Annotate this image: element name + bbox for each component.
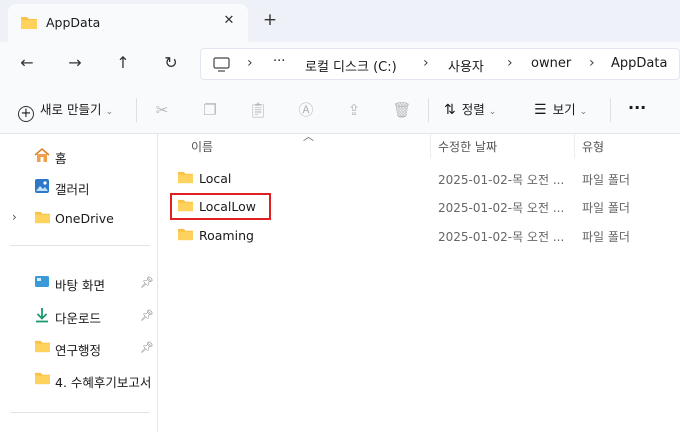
file-name: Roaming bbox=[199, 228, 254, 243]
toolbar-divider bbox=[610, 98, 611, 122]
sidebar-item-label: 바탕 화면 bbox=[55, 278, 105, 293]
sidebar-item-label: 다운로드 bbox=[55, 311, 102, 326]
view-button[interactable]: ☰ 보기 ⌄ bbox=[534, 100, 587, 120]
toolbar-divider bbox=[136, 98, 137, 122]
view-button-label: 보기 bbox=[552, 102, 576, 117]
close-tab-button[interactable]: ✕ bbox=[221, 13, 237, 29]
more-options-button[interactable]: ··· bbox=[628, 98, 646, 118]
rename-icon[interactable]: Ⓐ bbox=[296, 100, 316, 120]
folder-icon bbox=[20, 15, 38, 30]
tab-appdata[interactable]: AppData ✕ bbox=[8, 4, 248, 42]
cut-icon[interactable]: ✂ bbox=[152, 100, 172, 120]
folder-icon bbox=[34, 339, 50, 355]
sidebar-item-label: OneDrive bbox=[55, 211, 114, 226]
refresh-button[interactable]: ↻ bbox=[160, 52, 182, 74]
delete-icon[interactable]: 🗑︎ bbox=[392, 100, 412, 120]
column-header-name[interactable]: 이름 bbox=[191, 138, 213, 155]
sidebar-item-label: 갤러리 bbox=[55, 182, 90, 197]
sidebar-item-desktop[interactable]: 바탕 화면 📌︎ bbox=[0, 270, 158, 296]
desktop-icon bbox=[34, 274, 50, 290]
sidebar-item-label: 4. 수혜후기보고서 bbox=[55, 375, 152, 390]
download-icon bbox=[34, 307, 50, 323]
sidebar-item-report-folder[interactable]: 4. 수혜후기보고서 bbox=[0, 367, 158, 393]
new-button[interactable]: + 새로 만들기 ⌄ bbox=[18, 100, 114, 122]
sidebar-item-label: 연구행정 bbox=[55, 343, 102, 358]
breadcrumb-separator: › bbox=[589, 55, 595, 71]
file-list: ︿ 이름 수정한 날짜 유형 Local 2025-01-02-목 오전 ...… bbox=[159, 130, 680, 432]
file-type: 파일 폴더 bbox=[582, 201, 630, 215]
pin-icon[interactable]: 📌︎ bbox=[140, 276, 154, 289]
address-bar[interactable]: › ··· 로컬 디스크 (C:) › 사용자 › owner › AppDat… bbox=[200, 48, 680, 80]
navigation-bar: ← → ↑ ↻ › ··· 로컬 디스크 (C:) › 사용자 › owner … bbox=[0, 42, 680, 86]
column-header-date[interactable]: 수정한 날짜 bbox=[438, 138, 497, 155]
chevron-down-icon: ⌄ bbox=[488, 107, 497, 117]
sort-button[interactable]: ⇅ 정렬 ⌄ bbox=[444, 100, 496, 120]
chevron-right-icon[interactable]: › bbox=[12, 210, 17, 224]
sidebar-divider bbox=[10, 245, 150, 246]
column-divider[interactable] bbox=[574, 134, 575, 158]
file-row-local[interactable]: Local 2025-01-02-목 오전 ... 파일 폴더 bbox=[159, 163, 680, 191]
tab-title: AppData bbox=[46, 15, 101, 30]
file-name: Local bbox=[199, 171, 232, 186]
sort-ascending-icon: ︿ bbox=[303, 130, 314, 143]
file-type: 파일 폴더 bbox=[582, 230, 630, 244]
breadcrumb-owner[interactable]: owner bbox=[531, 56, 571, 71]
sidebar-item-onedrive[interactable]: › OneDrive bbox=[0, 206, 158, 232]
view-list-icon: ☰ bbox=[534, 102, 547, 118]
share-icon[interactable]: ⇪ bbox=[344, 100, 364, 120]
sidebar-item-downloads[interactable]: 다운로드 📌︎ bbox=[0, 303, 158, 329]
toolbar-divider bbox=[428, 98, 429, 122]
sort-icon: ⇅ bbox=[444, 102, 456, 118]
column-divider[interactable] bbox=[430, 134, 431, 158]
copy-icon[interactable]: ❐ bbox=[200, 100, 220, 120]
new-tab-button[interactable]: + bbox=[262, 12, 278, 29]
folder-icon bbox=[177, 170, 194, 187]
column-header-type[interactable]: 유형 bbox=[582, 138, 604, 155]
sort-button-label: 정렬 bbox=[461, 102, 485, 117]
pin-icon[interactable]: 📌︎ bbox=[140, 341, 154, 354]
home-icon bbox=[34, 147, 50, 163]
file-date: 2025-01-02-목 오전 ... bbox=[438, 230, 565, 244]
chevron-down-icon: ⌄ bbox=[105, 107, 114, 117]
tab-strip: AppData ✕ + bbox=[0, 0, 680, 42]
plus-circle-icon: + bbox=[18, 106, 34, 122]
folder-icon bbox=[34, 210, 50, 226]
breadcrumb-separator: › bbox=[423, 55, 429, 71]
new-button-label: 새로 만들기 bbox=[40, 102, 102, 117]
highlight-box bbox=[170, 193, 271, 220]
paste-icon[interactable]: 📋︎ bbox=[248, 100, 268, 120]
forward-button[interactable]: → bbox=[64, 52, 86, 74]
command-toolbar: + 새로 만들기 ⌄ ✂ ❐ 📋︎ Ⓐ ⇪ 🗑︎ ⇅ 정렬 ⌄ ☰ 보기 ⌄ ··· bbox=[0, 86, 680, 134]
chevron-down-icon: ⌄ bbox=[579, 107, 588, 117]
gallery-icon bbox=[34, 178, 50, 194]
back-button[interactable]: ← bbox=[16, 52, 38, 74]
file-type: 파일 폴더 bbox=[582, 173, 630, 187]
file-date: 2025-01-02-목 오전 ... bbox=[438, 173, 565, 187]
file-row-roaming[interactable]: Roaming 2025-01-02-목 오전 ... 파일 폴더 bbox=[159, 220, 680, 248]
file-date: 2025-01-02-목 오전 ... bbox=[438, 201, 565, 215]
up-button[interactable]: ↑ bbox=[112, 52, 134, 74]
sidebar-item-home[interactable]: 홈 bbox=[0, 143, 158, 169]
this-pc-icon[interactable] bbox=[213, 57, 230, 75]
sidebar-item-research-admin[interactable]: 연구행정 📌︎ bbox=[0, 335, 158, 361]
breadcrumb-separator: › bbox=[507, 55, 513, 71]
pin-icon[interactable]: 📌︎ bbox=[140, 309, 154, 322]
sidebar-divider bbox=[10, 412, 150, 413]
breadcrumb-overflow[interactable]: ··· bbox=[273, 54, 285, 69]
navigation-pane: 홈 갤러리 › OneDrive 바탕 화면 📌︎ 다운로드 📌︎ 연구행정 📌… bbox=[0, 134, 158, 432]
breadcrumb-separator: › bbox=[247, 55, 253, 71]
breadcrumb-c-drive[interactable]: 로컬 디스크 (C:) bbox=[305, 56, 397, 75]
sidebar-item-label: 홈 bbox=[55, 151, 67, 166]
breadcrumb-users[interactable]: 사용자 bbox=[448, 56, 484, 75]
folder-icon bbox=[177, 227, 194, 244]
sidebar-item-gallery[interactable]: 갤러리 bbox=[0, 174, 158, 200]
folder-icon bbox=[34, 371, 50, 387]
breadcrumb-appdata[interactable]: AppData bbox=[611, 56, 667, 71]
